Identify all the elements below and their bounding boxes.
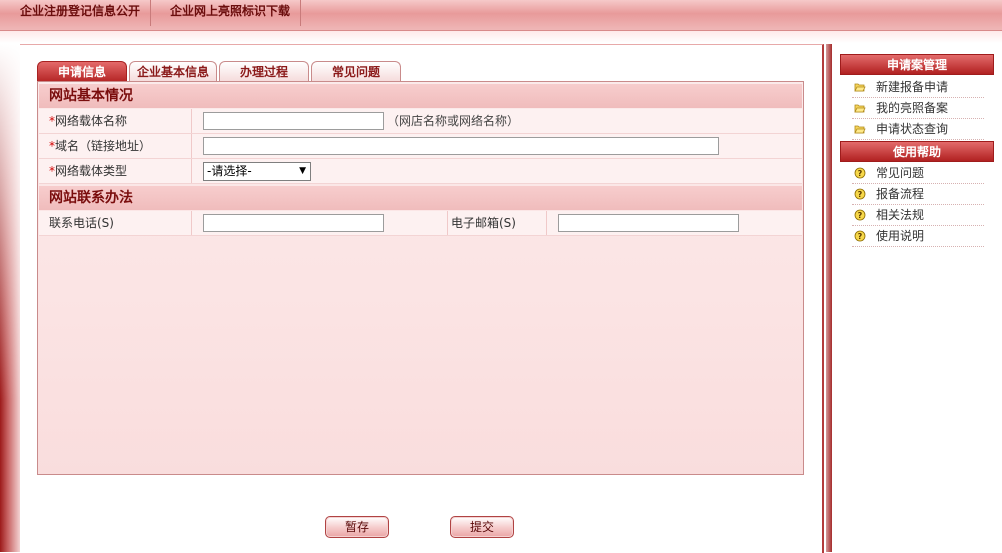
sidebar-item-new-application[interactable]: 新建报备申请 <box>852 77 984 98</box>
help-icon: ? <box>854 209 866 221</box>
submit-button[interactable]: 提交 <box>450 516 514 538</box>
row-carrier-name: *网络载体名称 （网店名称或网络名称） <box>39 109 802 134</box>
help-icon: ? <box>854 230 866 242</box>
sidebar-item-process[interactable]: ? 报备流程 <box>852 184 984 205</box>
tab-application-info[interactable]: 申请信息 <box>37 61 127 81</box>
header-band <box>0 31 1002 43</box>
svg-text:?: ? <box>858 211 863 220</box>
top-nav-registration-info[interactable]: 企业注册登记信息公开 <box>10 0 152 26</box>
phone-label: 联系电话(S) <box>39 211 192 235</box>
section-website-contact: 网站联系办法 <box>39 186 802 210</box>
folder-icon <box>854 125 866 134</box>
domain-label: *域名（链接地址） <box>39 134 192 158</box>
carrier-type-select[interactable]: -请选择- ▼ <box>203 162 311 181</box>
dropdown-arrow-icon: ▼ <box>299 166 306 176</box>
top-nav-license-download[interactable]: 企业网上亮照标识下载 <box>160 0 302 26</box>
sidebar-item-regulations[interactable]: ? 相关法规 <box>852 205 984 226</box>
folder-icon <box>854 83 866 92</box>
sidebar-item-status-query[interactable]: 申请状态查询 <box>852 119 984 140</box>
carrier-name-label: *网络载体名称 <box>39 109 192 133</box>
tab-faq[interactable]: 常见问题 <box>311 61 401 81</box>
email-input[interactable] <box>558 214 739 232</box>
svg-text:?: ? <box>858 232 863 241</box>
help-icon: ? <box>854 188 866 200</box>
row-carrier-type: *网络载体类型 -请选择- ▼ <box>39 159 802 184</box>
tab-processing[interactable]: 办理过程 <box>219 61 309 81</box>
tab-company-basic-info[interactable]: 企业基本信息 <box>129 61 217 81</box>
svg-text:?: ? <box>858 169 863 178</box>
row-domain: *域名（链接地址） <box>39 134 802 159</box>
carrier-name-input[interactable] <box>203 112 384 130</box>
section-website-basic: 网站基本情况 <box>39 84 802 108</box>
carrier-type-label: *网络载体类型 <box>39 159 192 183</box>
sidebar-header-help: 使用帮助 <box>840 141 994 162</box>
save-draft-button[interactable]: 暂存 <box>325 516 389 538</box>
folder-icon <box>854 104 866 113</box>
left-decoration <box>0 44 20 552</box>
sidebar-item-faq[interactable]: ? 常见问题 <box>852 163 984 184</box>
svg-text:?: ? <box>858 190 863 199</box>
right-decoration <box>826 44 832 552</box>
carrier-name-hint: （网店名称或网络名称） <box>387 114 520 128</box>
application-form: 网站基本情况 *网络载体名称 （网店名称或网络名称） *域名（链接地址） *网络… <box>37 81 804 475</box>
row-contact: 联系电话(S) 电子邮箱(S) <box>39 211 802 236</box>
sidebar-header-management: 申请案管理 <box>840 54 994 75</box>
sidebar-item-instructions[interactable]: ? 使用说明 <box>852 226 984 247</box>
email-label: 电子邮箱(S) <box>447 211 547 235</box>
phone-input[interactable] <box>203 214 384 232</box>
sidebar-item-my-records[interactable]: 我的亮照备案 <box>852 98 984 119</box>
top-nav-bar: 企业注册登记信息公开 企业网上亮照标识下载 <box>0 0 1002 31</box>
help-icon: ? <box>854 167 866 179</box>
domain-input[interactable] <box>203 137 719 155</box>
